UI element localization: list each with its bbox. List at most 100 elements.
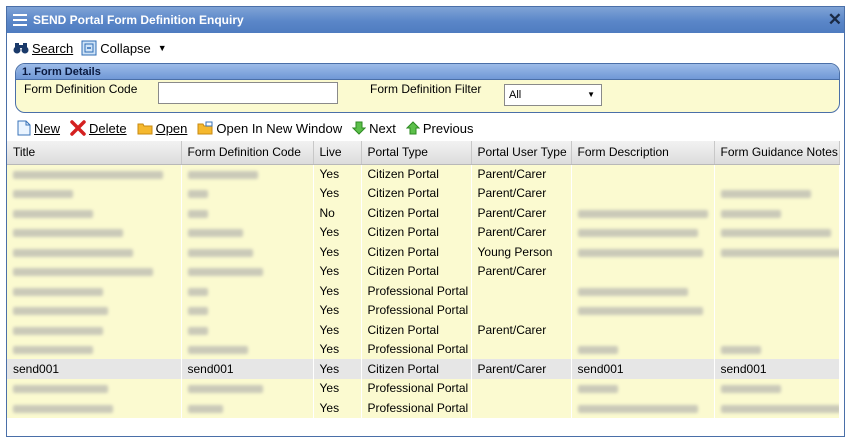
cell-title <box>7 183 181 203</box>
cell-portal-user-type <box>471 281 571 301</box>
next-button[interactable]: Next <box>352 121 396 136</box>
table-row[interactable]: send001 send001 Yes Citizen Portal Parent/Ca… <box>7 359 839 379</box>
cell-portal-type: Citizen Portal <box>361 164 471 184</box>
cell-form-definition-code: send001 <box>181 359 313 379</box>
col-header-portal-type[interactable]: Portal Type <box>361 141 472 165</box>
redacted-text <box>187 287 208 296</box>
redacted-text <box>187 170 258 179</box>
cell-title <box>7 261 181 281</box>
col-header-form-definition-code[interactable]: Form Definition Code <box>181 141 314 165</box>
col-header-live[interactable]: Live <box>313 141 362 165</box>
cell-form-definition-code <box>181 203 313 223</box>
cell-title <box>7 222 181 242</box>
redacted-text <box>187 404 223 413</box>
cell-portal-user-type: Parent/Carer <box>471 359 571 379</box>
open-new-window-button[interactable]: Open In New Window <box>197 121 342 136</box>
cell-portal-user-type: Young Person <box>471 242 571 262</box>
table-row[interactable]: Yes Citizen Portal Parent/Carer <box>7 222 839 242</box>
form-definition-filter-label: Form Definition Filter <box>370 82 482 96</box>
col-header-title[interactable]: Title <box>7 141 182 165</box>
collapse-dropdown-icon[interactable]: ▼ <box>158 43 167 53</box>
cell-portal-type: Professional Portal <box>361 300 471 320</box>
cell-form-definition-code <box>181 183 313 203</box>
cell-portal-user-type <box>471 398 571 418</box>
cell-portal-type: Professional Portal <box>361 281 471 301</box>
cell-portal-type: Citizen Portal <box>361 261 471 281</box>
cell-form-guidance-notes <box>714 222 839 242</box>
cell-form-description <box>571 281 714 301</box>
redacted-text <box>13 170 163 179</box>
cell-portal-type: Citizen Portal <box>361 242 471 262</box>
cell-form-description <box>571 261 714 281</box>
cell-form-definition-code <box>181 320 313 340</box>
arrow-up-icon <box>405 121 420 135</box>
cell-live: Yes <box>313 281 361 301</box>
open-button[interactable]: Open <box>137 121 187 136</box>
cell-portal-type: Citizen Portal <box>361 320 471 340</box>
table-row[interactable]: Yes Professional Portal <box>7 300 839 320</box>
cell-form-description <box>571 222 714 242</box>
cell-form-definition-code <box>181 300 313 320</box>
cell-live: Yes <box>313 242 361 262</box>
table-row[interactable]: Yes Citizen Portal Parent/Carer <box>7 320 839 340</box>
collapse-button[interactable]: Collapse ▼ <box>81 40 167 56</box>
close-icon[interactable]: ✕ <box>828 10 842 30</box>
collapse-label: Collapse <box>100 40 151 56</box>
previous-button[interactable]: Previous <box>405 121 473 136</box>
table-row[interactable]: Yes Citizen Portal Parent/Carer <box>7 261 839 281</box>
table-row[interactable]: Yes Professional Portal <box>7 398 839 418</box>
cell-form-guidance-notes <box>714 242 839 262</box>
table-row[interactable]: Yes Professional Portal <box>7 378 839 398</box>
form-definition-code-input[interactable] <box>158 82 338 104</box>
arrow-down-icon <box>352 121 367 135</box>
cell-title: send001 <box>7 359 181 379</box>
cell-form-description <box>571 398 714 418</box>
cell-title <box>7 320 181 340</box>
col-header-portal-user-type[interactable]: Portal User Type <box>471 141 572 165</box>
table-row[interactable]: Yes Professional Portal <box>7 281 839 301</box>
search-button[interactable]: Search <box>13 41 73 56</box>
cell-portal-user-type: Parent/Carer <box>471 261 571 281</box>
redacted-text <box>720 190 811 199</box>
cell-form-description <box>571 320 714 340</box>
redacted-text <box>13 385 108 394</box>
form-definition-filter-select[interactable]: All ▼ <box>504 84 602 106</box>
action-toolbar: New Delete Open Open In New Window Next <box>7 115 844 141</box>
redacted-text <box>720 248 838 257</box>
search-label: Search <box>32 40 74 56</box>
cell-title <box>7 378 181 398</box>
delete-button[interactable]: Delete <box>70 120 127 136</box>
table-row[interactable]: Yes Citizen Portal Young Person <box>7 242 839 262</box>
cell-live: Yes <box>313 300 361 320</box>
form-details-panel: 1. Form Details Form Definition Code For… <box>15 63 840 113</box>
cell-form-definition-code <box>181 261 313 281</box>
cell-form-guidance-notes <box>714 320 839 340</box>
cell-title <box>7 203 181 223</box>
table-row[interactable]: Yes Professional Portal <box>7 339 839 359</box>
col-header-form-description[interactable]: Form Description <box>571 141 715 165</box>
filter-selected-value: All <box>509 89 522 101</box>
table-row[interactable]: Yes Citizen Portal Parent/Carer <box>7 183 839 203</box>
table-row[interactable]: No Citizen Portal Parent/Carer <box>7 203 839 223</box>
cell-live: Yes <box>313 339 361 359</box>
redacted-text <box>577 307 703 316</box>
cell-title <box>7 339 181 359</box>
table-row[interactable]: Yes Citizen Portal Parent/Carer <box>7 164 839 184</box>
cell-live: No <box>313 203 361 223</box>
new-button[interactable]: New <box>17 120 60 136</box>
cell-portal-type: Professional Portal <box>361 378 471 398</box>
col-header-form-guidance-notes[interactable]: Form Guidance Notes <box>714 141 840 165</box>
redacted-text <box>187 307 208 316</box>
cell-form-description <box>571 203 714 223</box>
redacted-text <box>13 346 93 355</box>
cell-form-description <box>571 300 714 320</box>
binoculars-icon <box>13 43 29 54</box>
cell-form-description <box>571 183 714 203</box>
cell-live: Yes <box>313 320 361 340</box>
cell-portal-user-type: Parent/Carer <box>471 183 571 203</box>
cell-portal-user-type: Parent/Carer <box>471 320 571 340</box>
redacted-text <box>13 326 103 335</box>
form-details-header[interactable]: 1. Form Details <box>16 64 839 80</box>
new-label: New <box>34 120 61 136</box>
redacted-text <box>13 268 153 277</box>
